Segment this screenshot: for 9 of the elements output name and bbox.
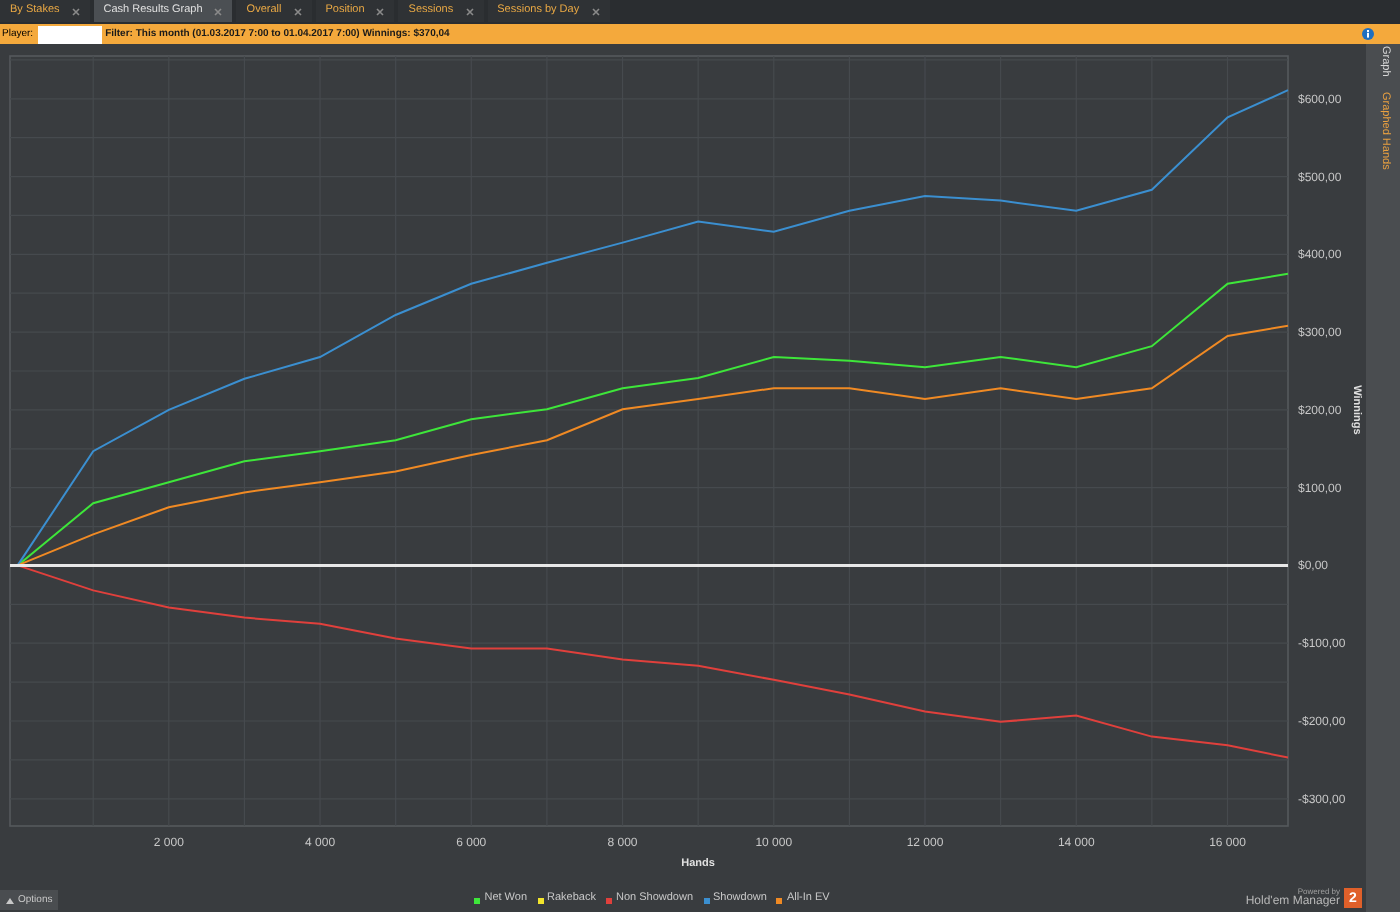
caret-icon bbox=[6, 897, 14, 903]
close-icon[interactable] bbox=[71, 7, 80, 15]
close-icon[interactable] bbox=[214, 7, 223, 15]
info-icon[interactable] bbox=[1362, 28, 1374, 40]
player-field[interactable] bbox=[37, 25, 102, 43]
close-icon[interactable] bbox=[376, 7, 385, 15]
close-icon[interactable] bbox=[465, 7, 474, 15]
close-icon[interactable] bbox=[591, 7, 600, 15]
close-icon[interactable] bbox=[293, 7, 302, 15]
